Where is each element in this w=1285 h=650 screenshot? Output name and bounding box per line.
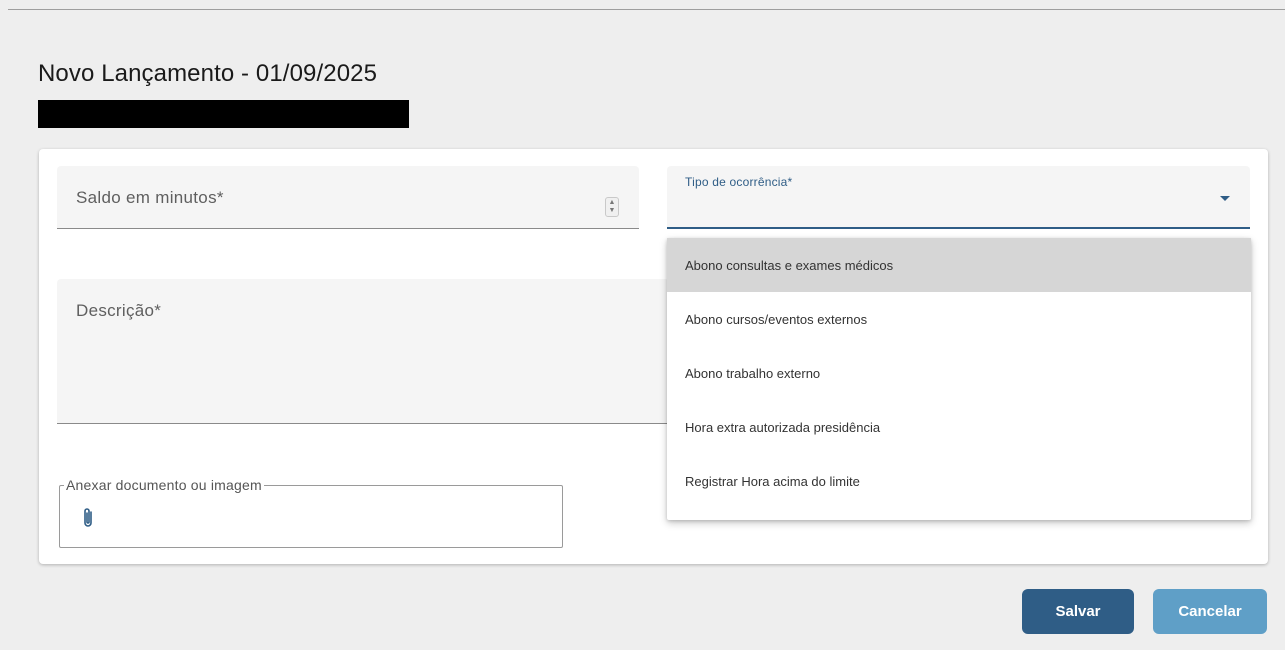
tipo-ocorrencia-dropdown: Abono consultas e exames médicos Abono c…: [667, 238, 1251, 520]
descricao-label: Descrição*: [76, 301, 162, 320]
saldo-minutos-field[interactable]: Saldo em minutos* ▲ ▼: [57, 166, 639, 229]
cancel-button[interactable]: Cancelar: [1153, 589, 1267, 634]
page-title: Novo Lançamento - 01/09/2025: [38, 60, 378, 87]
tipo-ocorrencia-select[interactable]: Tipo de ocorrência*: [667, 166, 1250, 229]
spinner-up-icon[interactable]: ▲: [609, 199, 616, 207]
tipo-ocorrencia-label: Tipo de ocorrência*: [685, 175, 793, 189]
number-spinner-icon[interactable]: ▲ ▼: [605, 197, 619, 217]
redacted-bar: [38, 100, 409, 128]
saldo-minutos-label: Saldo em minutos*: [76, 188, 224, 207]
save-button[interactable]: Salvar: [1022, 589, 1134, 634]
paperclip-icon[interactable]: [80, 506, 96, 530]
dropdown-option[interactable]: Abono trabalho externo: [667, 346, 1251, 400]
dropdown-option[interactable]: Abono consultas e exames médicos: [667, 238, 1251, 292]
caret-down-icon[interactable]: [1220, 196, 1230, 201]
dropdown-option[interactable]: Registrar Hora acima do limite: [667, 454, 1251, 508]
anexo-field[interactable]: Anexar documento ou imagem: [59, 477, 563, 548]
top-divider: [8, 9, 1285, 10]
dropdown-option[interactable]: Abono cursos/eventos externos: [667, 292, 1251, 346]
descricao-field[interactable]: Descrição*: [57, 279, 669, 424]
spinner-down-icon[interactable]: ▼: [609, 207, 616, 215]
dropdown-option[interactable]: Hora extra autorizada presidência: [667, 400, 1251, 454]
anexo-label: Anexar documento ou imagem: [64, 477, 264, 493]
